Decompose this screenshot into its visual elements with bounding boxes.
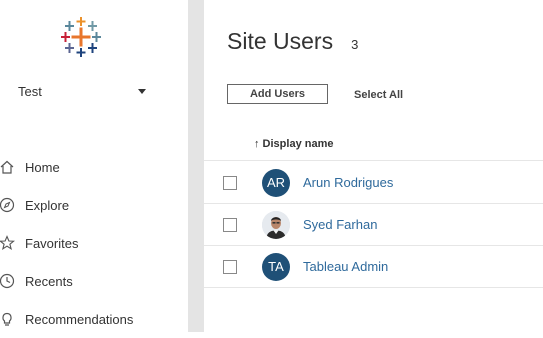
sidebar-item-recents[interactable]: Recents — [0, 262, 188, 300]
row-checkbox[interactable] — [223, 259, 237, 274]
sidebar-item-home[interactable]: Home — [0, 148, 188, 186]
add-users-button[interactable]: Add Users — [227, 84, 328, 104]
title-row: Site Users 3 — [227, 28, 358, 55]
row-checkbox[interactable] — [223, 217, 237, 232]
lightbulb-icon — [0, 310, 16, 328]
sidebar-nav: Home Explore Favorites Recents Recommend… — [0, 148, 188, 338]
sidebar-resize-handle[interactable] — [188, 0, 204, 332]
home-icon — [0, 158, 16, 176]
sidebar-item-explore[interactable]: Explore — [0, 186, 188, 224]
site-name: Test — [18, 83, 42, 99]
compass-icon — [0, 196, 16, 214]
sidebar-item-recommendations[interactable]: Recommendations — [0, 300, 188, 338]
row-checkbox[interactable] — [223, 175, 237, 190]
clock-icon — [0, 272, 16, 290]
sidebar-item-label: Favorites — [25, 235, 79, 251]
avatar — [262, 210, 290, 239]
star-icon — [0, 234, 16, 252]
site-selector[interactable]: Test — [18, 80, 148, 102]
avatar: AR — [262, 168, 290, 197]
user-photo-icon — [262, 210, 290, 239]
sidebar-item-label: Explore — [25, 197, 70, 213]
header-divider — [204, 160, 543, 161]
display-name-column-header[interactable]: ↑ Display name — [254, 138, 333, 150]
table-row: AR Arun Rodrigues — [204, 162, 543, 204]
tableau-logo[interactable] — [60, 16, 102, 58]
page-title: Site Users — [227, 28, 334, 54]
chevron-down-icon — [138, 88, 146, 94]
select-all-button[interactable]: Select All — [354, 89, 403, 101]
main-content: Site Users 3 Add Users Select All ↑ Disp… — [204, 0, 543, 332]
avatar: TA — [262, 252, 290, 281]
table-row: Syed Farhan — [204, 204, 543, 246]
table-row: TA Tableau Admin — [204, 246, 543, 288]
user-name-link[interactable]: Syed Farhan — [303, 217, 377, 232]
user-name-link[interactable]: Tableau Admin — [303, 259, 388, 274]
user-count: 3 — [351, 37, 359, 52]
sidebar-item-label: Recents — [25, 273, 73, 289]
sidebar: Test Home Explore Favorites Recents Reco… — [0, 0, 188, 332]
sidebar-item-label: Recommendations — [25, 311, 134, 327]
sidebar-item-favorites[interactable]: Favorites — [0, 224, 188, 262]
user-name-link[interactable]: Arun Rodrigues — [303, 175, 393, 190]
sidebar-item-label: Home — [25, 159, 60, 175]
